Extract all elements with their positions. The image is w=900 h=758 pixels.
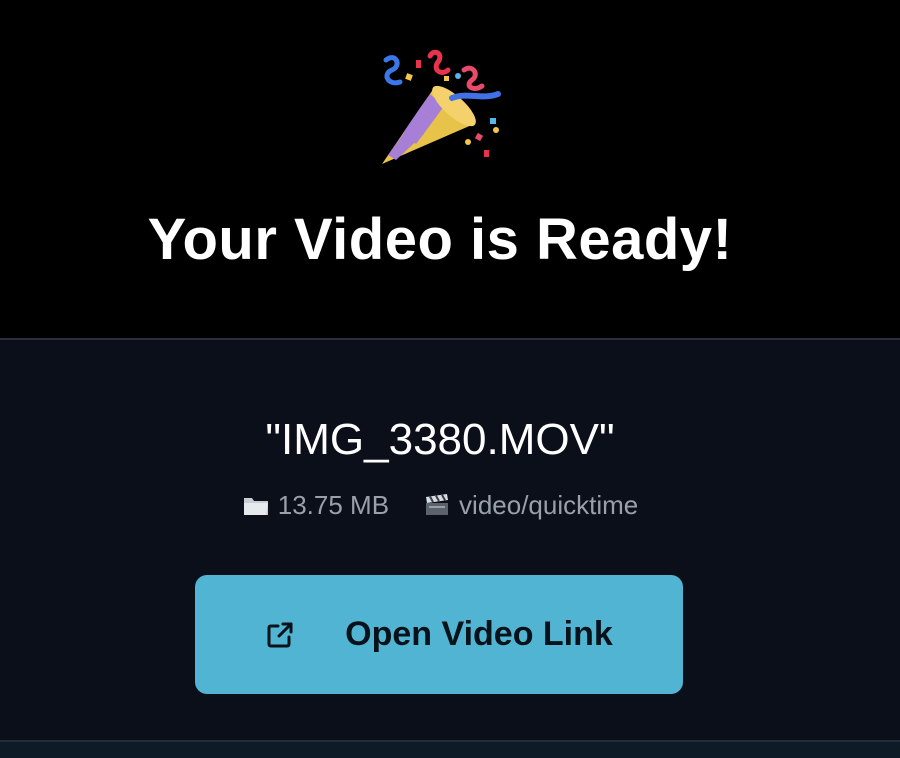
open-video-link-button[interactable]: Open Video Link bbox=[195, 575, 683, 694]
file-name: "IMG_3380.MOV" bbox=[265, 415, 615, 464]
file-size-value: 13.75 MB bbox=[277, 490, 390, 520]
video-card: "IMG_3380.MOV" 13.75 MB video/quicktime bbox=[0, 338, 900, 740]
hero-section: Your Video is Ready! bbox=[0, 0, 900, 338]
file-type: video/quicktime bbox=[423, 488, 638, 522]
file-size: 13.75 MB bbox=[242, 488, 389, 522]
clapperboard-icon bbox=[426, 494, 449, 515]
party-popper-icon bbox=[382, 49, 501, 164]
file-type-value: video/quicktime bbox=[459, 490, 639, 520]
folder-icon bbox=[243, 498, 268, 515]
page-title: Your Video is Ready! bbox=[147, 207, 733, 272]
open-video-link-label: Open Video Link bbox=[345, 615, 613, 653]
bottom-divider bbox=[0, 740, 900, 758]
external-link-icon bbox=[267, 622, 293, 647]
file-meta: 13.75 MB video/quicktime bbox=[0, 488, 880, 522]
page: Your Video is Ready! "IMG_3380.MOV" 13.7… bbox=[0, 0, 900, 758]
